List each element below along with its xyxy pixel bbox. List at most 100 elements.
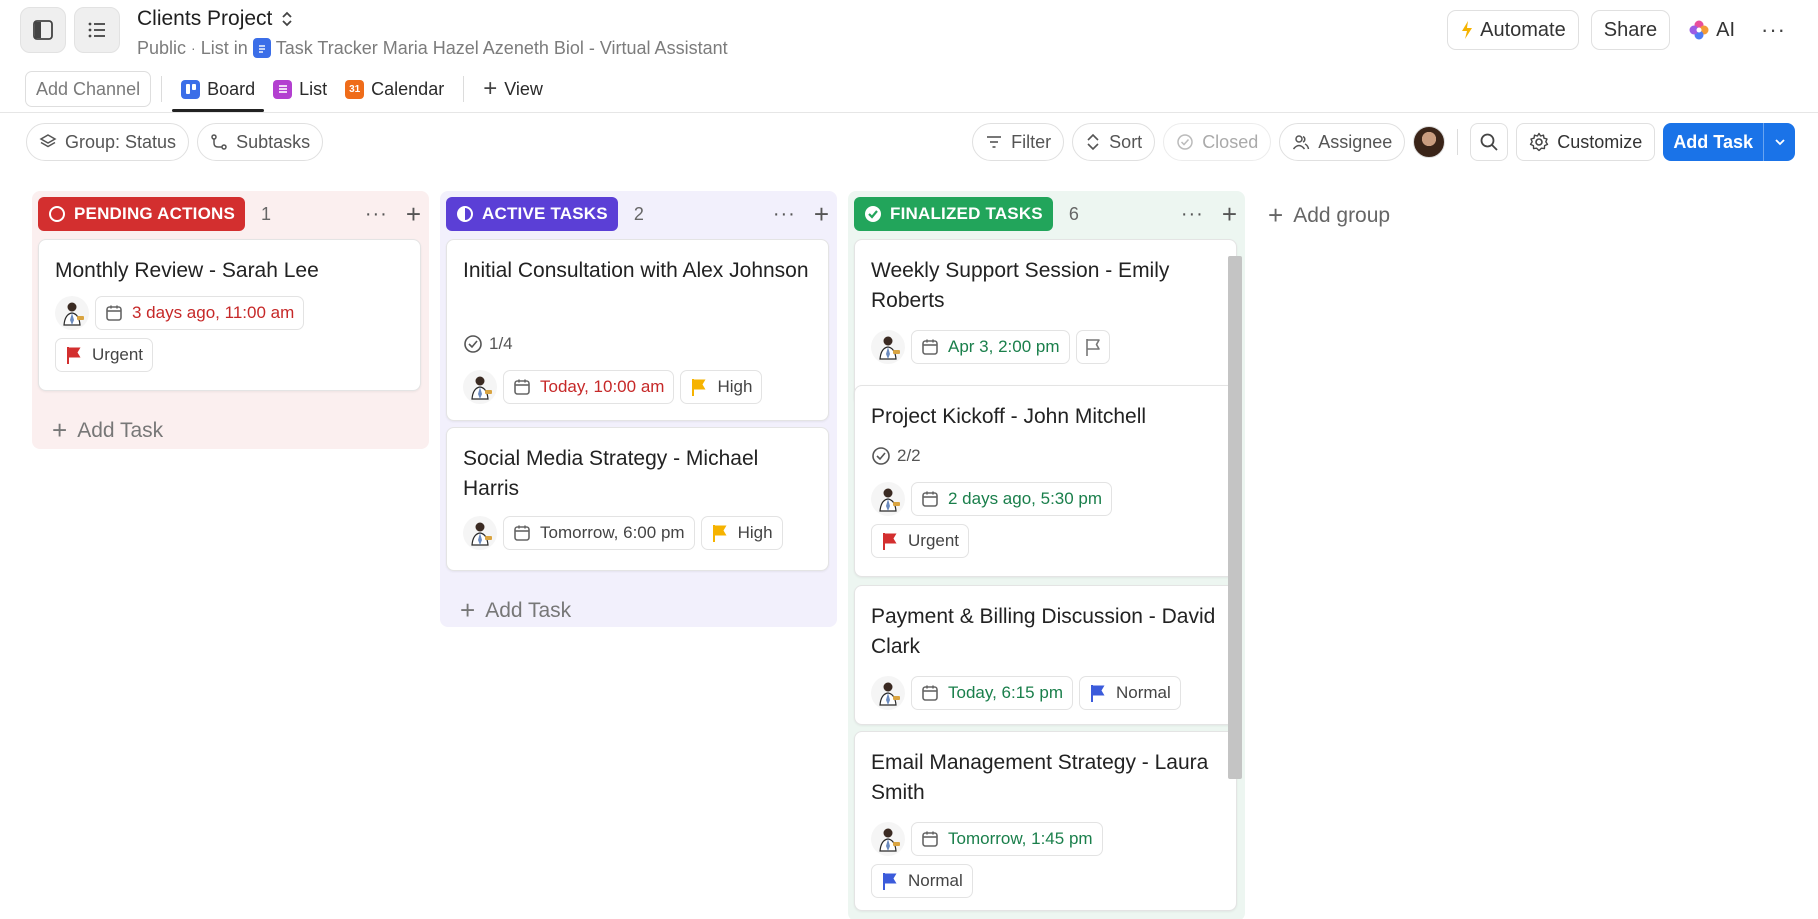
plus-icon: + xyxy=(460,595,476,625)
tab-list[interactable]: List xyxy=(264,66,336,112)
task-card[interactable]: Email Management Strategy - Laura Smith N… xyxy=(854,731,1237,911)
customize-label: Customize xyxy=(1557,131,1643,152)
tab-calendar[interactable]: 31 Calendar xyxy=(336,66,453,112)
task-card[interactable]: Weekly Support Session - Emily Roberts Ap… xyxy=(854,239,1237,405)
add-task-dropdown[interactable] xyxy=(1763,123,1795,161)
flag-icon xyxy=(1085,339,1100,356)
assignee-avatar[interactable] xyxy=(55,296,89,330)
task-card[interactable]: Social Media Strategy - Michael Harris To… xyxy=(446,427,829,571)
priority-chip[interactable] xyxy=(1075,330,1110,364)
priority-chip[interactable]: Normal xyxy=(871,864,973,898)
task-card[interactable]: Project Kickoff - John Mitchell 2/2 Urgent… xyxy=(854,385,1237,577)
customize-button[interactable]: Customize xyxy=(1516,123,1656,161)
task-title[interactable]: Email Management Strategy - Laura Smith xyxy=(871,748,1220,808)
assignee-avatar[interactable] xyxy=(871,676,905,710)
assignee-avatar[interactable] xyxy=(463,370,497,404)
subtask-count: 1/4 xyxy=(489,334,513,353)
add-view-button[interactable]: + View xyxy=(474,66,552,112)
column-add-task-button[interactable]: + Add Task xyxy=(460,595,571,626)
more-options-icon[interactable]: ··· xyxy=(1753,17,1794,43)
task-title[interactable]: Weekly Support Session - Emily Roberts xyxy=(871,256,1220,316)
due-date-chip[interactable]: Tomorrow, 6:00 pm xyxy=(503,516,695,550)
separator-dot: · xyxy=(191,40,196,56)
header-actions: Automate Share AI ··· xyxy=(1447,10,1794,50)
filter-button[interactable]: Filter xyxy=(972,123,1065,161)
due-date-chip[interactable]: Today, 6:15 pm xyxy=(911,676,1073,710)
task-title[interactable]: Payment & Billing Discussion - David Cla… xyxy=(871,602,1220,662)
column-add-icon[interactable]: + xyxy=(406,199,421,230)
due-date-chip[interactable]: Apr 3, 2:00 pm xyxy=(911,330,1070,364)
sort-button[interactable]: Sort xyxy=(1072,123,1156,161)
assignee-button[interactable]: Assignee xyxy=(1279,123,1406,161)
visibility-label[interactable]: Public xyxy=(137,38,186,59)
search-button[interactable] xyxy=(1470,123,1509,161)
document-icon xyxy=(252,38,271,58)
automate-button[interactable]: Automate xyxy=(1447,10,1579,50)
priority-chip[interactable]: Normal xyxy=(1078,676,1181,710)
add-group-label: Add group xyxy=(1293,203,1391,227)
task-meta: Today, 10:00 am High xyxy=(463,370,763,404)
tab-calendar-label: Calendar xyxy=(371,78,445,99)
status-badge[interactable]: ACTIVE TASKS xyxy=(446,197,618,231)
column-add-task-button[interactable]: + Add Task xyxy=(52,415,163,446)
column-add-icon[interactable]: + xyxy=(814,199,829,230)
task-card[interactable]: Initial Consultation with Alex Johnson 1/… xyxy=(446,239,829,421)
task-title[interactable]: Social Media Strategy - Michael Harris xyxy=(463,444,812,504)
assignee-avatar[interactable] xyxy=(871,822,905,856)
task-title[interactable]: Initial Consultation with Alex Johnson xyxy=(463,256,812,286)
due-date-chip[interactable]: Today, 10:00 am xyxy=(503,370,675,404)
task-title[interactable]: Monthly Review - Sarah Lee xyxy=(55,256,404,286)
column-add-icon[interactable]: + xyxy=(1222,199,1237,230)
priority-label: Normal xyxy=(1115,683,1171,702)
chevron-down-icon xyxy=(1774,139,1785,146)
assignee-avatar-icon xyxy=(471,376,492,400)
column-more-icon[interactable]: ··· xyxy=(365,203,388,226)
assignee-avatar[interactable] xyxy=(871,330,905,364)
switch-list-icon[interactable] xyxy=(280,10,294,28)
subtask-progress[interactable]: 1/4 xyxy=(463,334,513,354)
due-date-chip[interactable]: Tomorrow, 1:45 pm xyxy=(911,822,1103,856)
calendar-icon xyxy=(514,379,530,395)
share-button[interactable]: Share xyxy=(1590,10,1671,50)
status-badge[interactable]: PENDING ACTIONS xyxy=(38,197,246,231)
list-menu-button[interactable] xyxy=(74,7,120,53)
subtask-progress[interactable]: 2/2 xyxy=(871,446,921,466)
priority-chip[interactable]: Urgent xyxy=(871,524,970,558)
task-meta: 3 days ago, 11:00 am xyxy=(55,296,305,330)
task-card[interactable]: Payment & Billing Discussion - David Cla… xyxy=(854,585,1237,725)
priority-chip[interactable]: High xyxy=(700,516,783,550)
calendar-icon xyxy=(922,339,938,355)
group-by-button[interactable]: Group: Status xyxy=(26,123,190,161)
status-complete-icon xyxy=(865,206,881,222)
due-date-chip[interactable]: 2 days ago, 5:30 pm xyxy=(911,482,1113,516)
page-title[interactable]: Clients Project xyxy=(137,7,272,31)
filter-icon xyxy=(987,136,1002,148)
task-count: 1 xyxy=(261,203,272,224)
task-title[interactable]: Project Kickoff - John Mitchell xyxy=(871,402,1220,432)
priority-chip[interactable]: Urgent xyxy=(55,338,154,372)
column-more-icon[interactable]: ··· xyxy=(1181,203,1204,226)
status-badge[interactable]: FINALIZED TASKS xyxy=(854,197,1053,231)
calendar-icon xyxy=(922,831,938,847)
tab-board[interactable]: Board xyxy=(172,66,265,112)
assignee-avatar[interactable] xyxy=(871,482,905,516)
status-name: PENDING ACTIONS xyxy=(74,204,236,223)
divider xyxy=(161,76,163,102)
task-count: 2 xyxy=(633,203,644,224)
assignee-avatar[interactable] xyxy=(463,516,497,550)
add-channel-button[interactable]: Add Channel xyxy=(25,71,152,107)
subtasks-button[interactable]: Subtasks xyxy=(197,123,324,161)
ai-button[interactable]: AI xyxy=(1682,10,1741,50)
breadcrumb-space-link[interactable]: Task Tracker Maria Hazel Azeneth Biol - … xyxy=(276,38,728,59)
closed-toggle[interactable]: Closed xyxy=(1163,123,1272,161)
task-card[interactable]: Monthly Review - Sarah Lee Urgent 3 days a… xyxy=(38,239,421,391)
due-date: 3 days ago, 11:00 am xyxy=(132,303,295,322)
sidebar-toggle-button[interactable] xyxy=(20,7,66,53)
add-task-button[interactable]: Add Task xyxy=(1663,123,1763,161)
column-scrollbar[interactable] xyxy=(1228,256,1242,779)
user-avatar[interactable] xyxy=(1413,126,1446,158)
add-group-button[interactable]: + Add group xyxy=(1268,200,1390,231)
due-date-chip[interactable]: 3 days ago, 11:00 am xyxy=(95,296,305,330)
column-more-icon[interactable]: ··· xyxy=(773,203,796,226)
priority-chip[interactable]: High xyxy=(680,370,763,404)
